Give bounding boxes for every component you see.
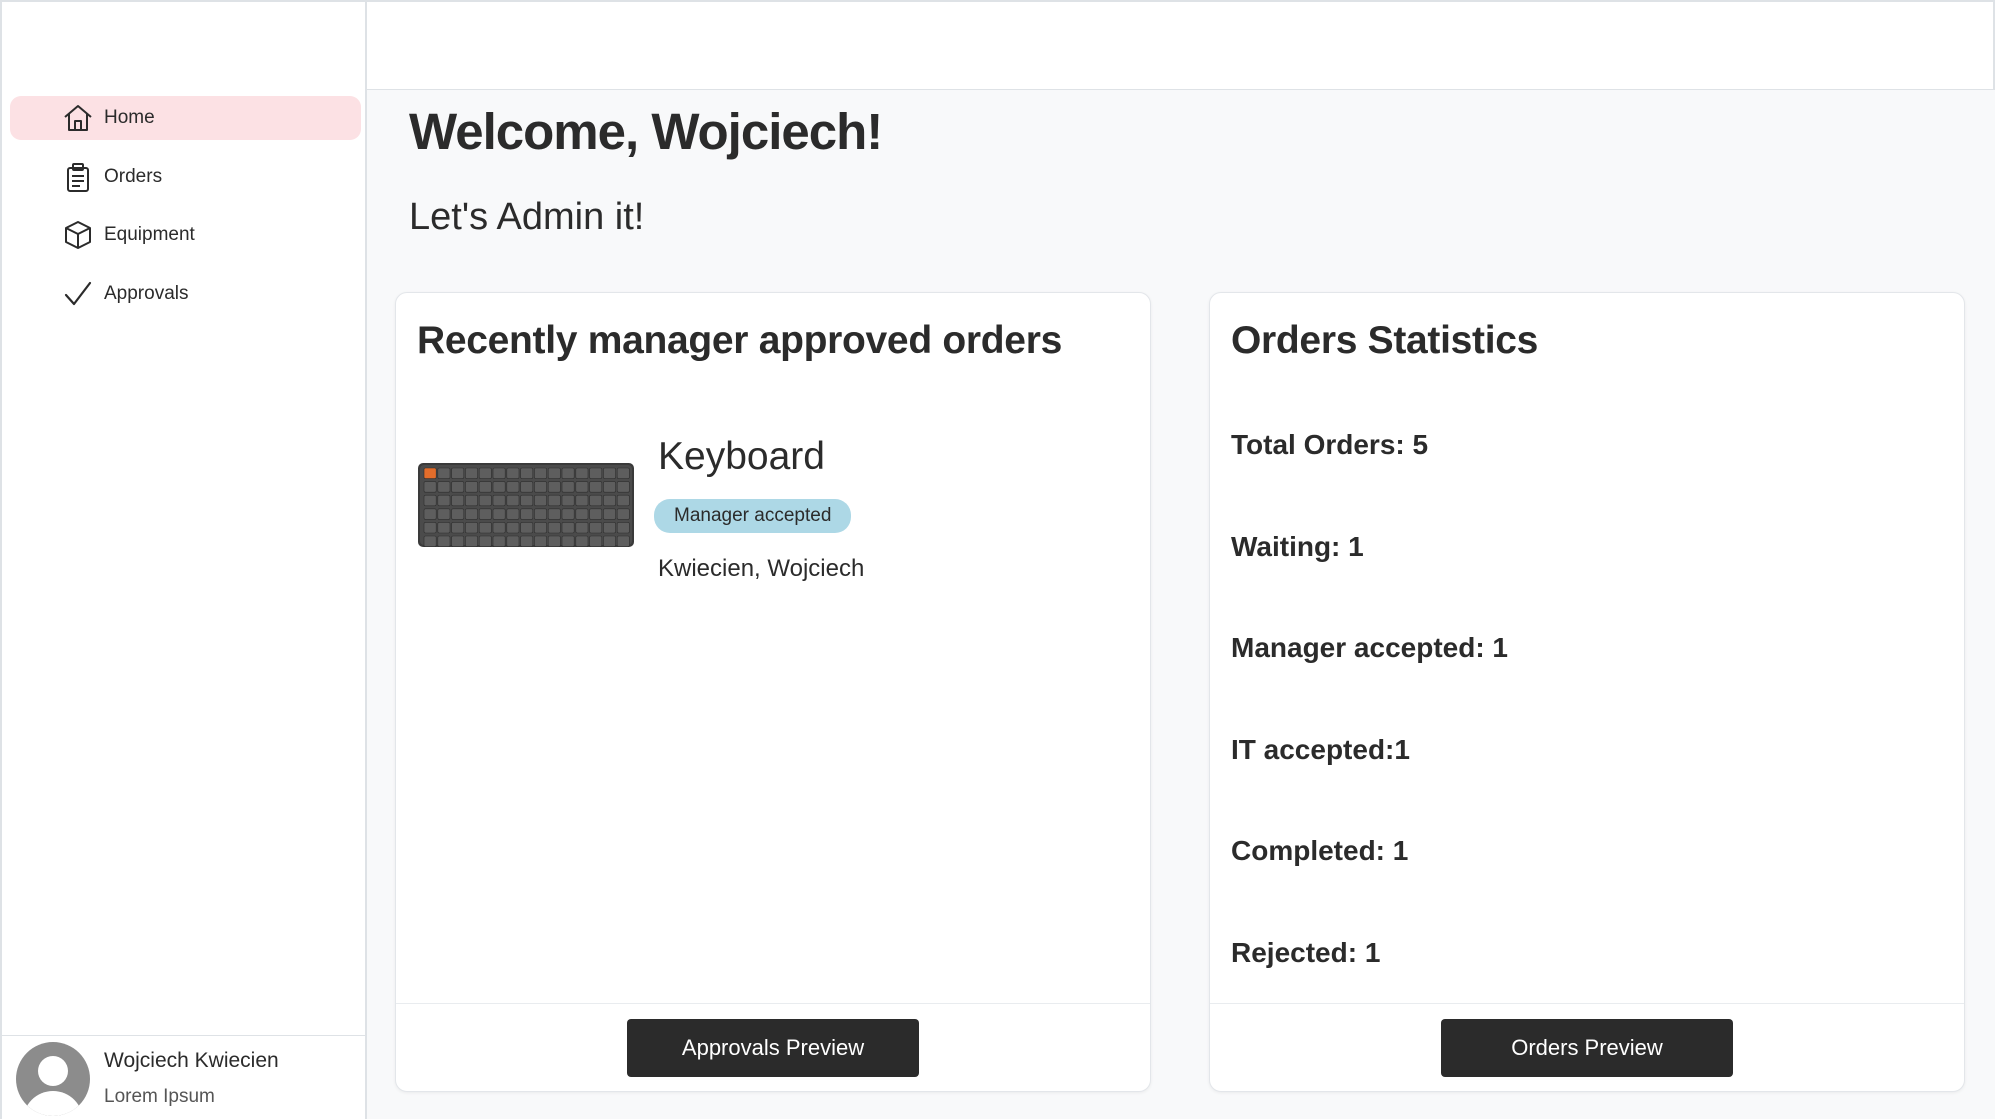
box-icon <box>62 219 94 251</box>
page-title: Welcome, Wojciech! <box>409 103 883 160</box>
sidebar-item-approvals[interactable]: Approvals <box>10 272 361 316</box>
sidebar-nav: Home Orders Equipment Approvals <box>10 96 361 330</box>
order-name: Keyboard <box>658 435 825 478</box>
user-name: Wojciech Kwiecien <box>104 1048 279 1072</box>
check-icon <box>62 278 94 310</box>
orders-preview-button[interactable]: Orders Preview <box>1441 1018 1733 1077</box>
stat-it-accepted: IT accepted:1 <box>1231 733 1410 765</box>
status-badge: Manager accepted <box>654 499 852 533</box>
user-role: Lorem Ipsum <box>104 1085 215 1107</box>
card-title: Orders Statistics <box>1231 319 1539 362</box>
stat-total-orders: Total Orders: 5 <box>1231 429 1429 460</box>
stat-completed: Completed: 1 <box>1231 835 1409 866</box>
sidebar-item-label: Equipment <box>104 224 195 246</box>
stat-waiting: Waiting: 1 <box>1231 530 1364 562</box>
approvals-preview-button[interactable]: Approvals Preview <box>627 1018 919 1077</box>
clipboard-icon <box>62 161 94 193</box>
user-profile[interactable]: Wojciech Kwiecien Lorem Ipsum <box>2 1035 365 1119</box>
card-title: Recently manager approved orders <box>417 319 1062 362</box>
order-person: Kwiecien, Wojciech <box>658 555 865 582</box>
page-subtitle: Let's Admin it! <box>409 196 645 238</box>
sidebar-item-equipment[interactable]: Equipment <box>10 213 361 257</box>
stats-list: Total Orders: 5 Waiting: 1 Manager accep… <box>1231 429 1508 1038</box>
home-icon <box>62 102 94 134</box>
sidebar: Home Orders Equipment Approvals Wojciech… <box>0 0 367 1119</box>
top-bar <box>367 0 1995 90</box>
sidebar-item-label: Orders <box>104 165 163 187</box>
card-footer: Approvals Preview <box>396 1003 1150 1091</box>
orders-statistics-card: Orders Statistics Total Orders: 5 Waitin… <box>1209 292 1965 1092</box>
card-footer: Orders Preview <box>1210 1003 1964 1091</box>
approved-orders-card: Recently manager approved orders Keyboar… <box>395 292 1151 1092</box>
avatar-icon <box>16 1041 90 1116</box>
stat-manager-accepted: Manager accepted: 1 <box>1231 632 1508 663</box>
sidebar-item-label: Approvals <box>104 282 189 304</box>
sidebar-item-home[interactable]: Home <box>10 96 361 140</box>
keyboard-image <box>418 463 634 547</box>
sidebar-item-label: Home <box>104 107 155 128</box>
sidebar-item-orders[interactable]: Orders <box>10 155 361 199</box>
